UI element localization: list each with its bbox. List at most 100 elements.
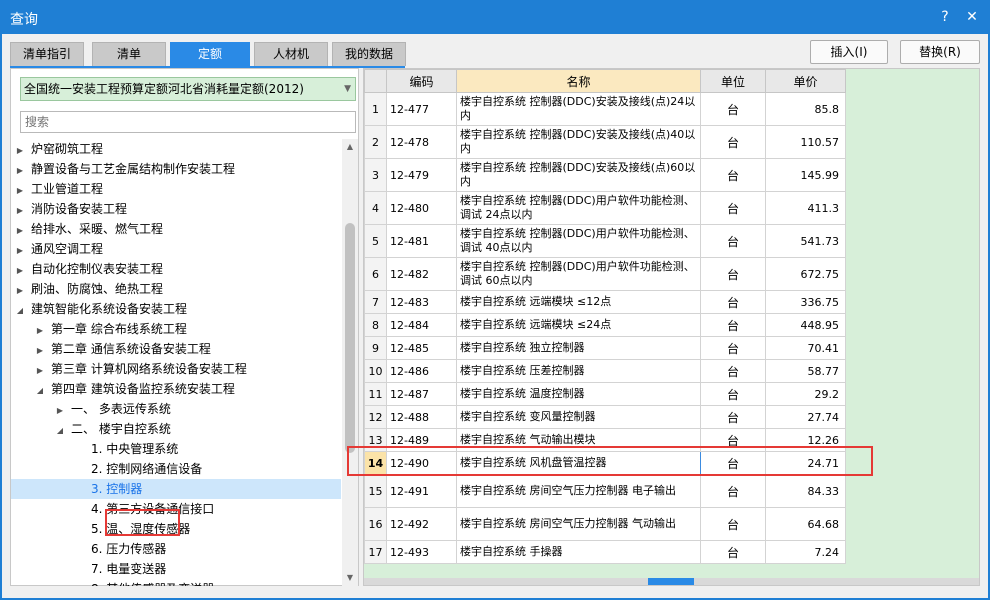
table-row[interactable]: 7 12-483 楼宇自控系统 远端模块 ≤12点台 336.75: [364, 290, 846, 314]
quota-name-cell[interactable]: 楼宇自控系统 独立控制器: [456, 336, 701, 360]
row-index-cell[interactable]: 4: [364, 191, 387, 225]
tree-item[interactable]: ◢ 二、 楼宇自控系统: [11, 419, 341, 439]
tree-item[interactable]: ▶ 炉窑砌筑工程: [11, 139, 341, 159]
quota-code-cell[interactable]: 12-490: [386, 451, 457, 475]
table-row[interactable]: 10 12-486 楼宇自控系统 压差控制器台 58.77: [364, 359, 846, 383]
tree-item[interactable]: ◢ 第四章 建筑设备监控系统安装工程: [11, 379, 341, 399]
quota-code-cell[interactable]: 12-491: [386, 474, 457, 508]
expand-arrow-icon[interactable]: ▶: [13, 221, 27, 241]
table-row[interactable]: 16 12-492 楼宇自控系统 房间空气压力控制器 气动输出台 64.68: [364, 507, 846, 541]
row-index-cell[interactable]: 17: [364, 540, 387, 564]
quota-unit-cell[interactable]: 台: [700, 428, 766, 452]
quota-name-cell[interactable]: 楼宇自控系统 控制器(DDC)用户软件功能检测、调试 60点以内: [456, 257, 701, 291]
row-index-cell[interactable]: 15: [364, 474, 387, 508]
expand-arrow-icon[interactable]: ▶: [33, 361, 47, 381]
expand-arrow-icon[interactable]: ▶: [13, 261, 27, 281]
quota-unit-cell[interactable]: 台: [700, 191, 766, 225]
quota-price-cell[interactable]: 85.8: [765, 92, 846, 126]
tree-item[interactable]: 4. 第三方设备通信接口: [11, 499, 341, 519]
row-index-cell[interactable]: 5: [364, 224, 387, 258]
scrollbar-grip[interactable]: [648, 578, 694, 585]
row-index-cell[interactable]: 8: [364, 313, 387, 337]
quota-price-cell[interactable]: 336.75: [765, 290, 846, 314]
quota-code-cell[interactable]: 12-483: [386, 290, 457, 314]
tree-item[interactable]: ▶ 第一章 综合布线系统工程: [11, 319, 341, 339]
tree-item[interactable]: 8. 其他传感器及变送器: [11, 579, 341, 586]
expand-arrow-icon[interactable]: ▶: [13, 141, 27, 161]
quota-price-cell[interactable]: 64.68: [765, 507, 846, 541]
quota-unit-cell[interactable]: 台: [700, 290, 766, 314]
quota-code-cell[interactable]: 12-481: [386, 224, 457, 258]
quota-price-cell[interactable]: 672.75: [765, 257, 846, 291]
quota-price-cell[interactable]: 58.77: [765, 359, 846, 383]
col-header-price[interactable]: 单价: [765, 69, 846, 93]
col-header-name[interactable]: 名称: [456, 69, 701, 93]
expand-arrow-icon[interactable]: ▶: [33, 321, 47, 341]
expand-arrow-icon[interactable]: ▶: [13, 201, 27, 221]
tab-3[interactable]: 人材机: [254, 42, 328, 66]
quota-unit-cell[interactable]: 台: [700, 92, 766, 126]
quota-code-cell[interactable]: 12-489: [386, 428, 457, 452]
tree-item[interactable]: 3. 控制器: [11, 479, 341, 499]
quota-code-cell[interactable]: 12-492: [386, 507, 457, 541]
quota-library-select[interactable]: 全国统一安装工程预算定额河北省消耗量定额(2012) ▼: [20, 77, 356, 101]
quota-unit-cell[interactable]: 台: [700, 336, 766, 360]
close-icon[interactable]: ✕: [962, 7, 982, 27]
quota-price-cell[interactable]: 84.33: [765, 474, 846, 508]
quota-code-cell[interactable]: 12-487: [386, 382, 457, 406]
tree-item[interactable]: ▶ 静置设备与工艺金属结构制作安装工程: [11, 159, 341, 179]
tree-item[interactable]: ▶ 一、 多表远传系统: [11, 399, 341, 419]
table-row[interactable]: 5 12-481 楼宇自控系统 控制器(DDC)用户软件功能检测、调试 40点以内台…: [364, 224, 846, 258]
quota-price-cell[interactable]: 145.99: [765, 158, 846, 192]
col-header-unit[interactable]: 单位: [700, 69, 766, 93]
quota-price-cell[interactable]: 70.41: [765, 336, 846, 360]
row-index-cell[interactable]: 12: [364, 405, 387, 429]
quota-unit-cell[interactable]: 台: [700, 405, 766, 429]
quota-name-cell[interactable]: 楼宇自控系统 变风量控制器: [456, 405, 701, 429]
quota-name-cell[interactable]: 楼宇自控系统 控制器(DDC)用户软件功能检测、调试 40点以内: [456, 224, 701, 258]
quota-name-cell[interactable]: 楼宇自控系统 手操器: [456, 540, 701, 564]
insert-button[interactable]: 插入(I): [810, 40, 888, 64]
quota-name-cell[interactable]: 楼宇自控系统 控制器(DDC)用户软件功能检测、调试 24点以内: [456, 191, 701, 225]
quota-unit-cell[interactable]: 台: [700, 125, 766, 159]
quota-name-cell[interactable]: 楼宇自控系统 房间空气压力控制器 气动输出: [456, 507, 701, 541]
quota-code-cell[interactable]: 12-480: [386, 191, 457, 225]
chevron-down-icon[interactable]: ▼: [344, 78, 351, 100]
quota-unit-cell[interactable]: 台: [700, 451, 766, 475]
row-index-cell[interactable]: 16: [364, 507, 387, 541]
quota-name-cell[interactable]: 楼宇自控系统 房间空气压力控制器 电子输出: [456, 474, 701, 508]
expand-arrow-icon[interactable]: ▶: [13, 181, 27, 201]
row-index-cell[interactable]: 14: [364, 451, 387, 475]
table-row[interactable]: 8 12-484 楼宇自控系统 远端模块 ≤24点台 448.95: [364, 313, 846, 337]
collapse-arrow-icon[interactable]: ◢: [13, 301, 27, 321]
tab-4[interactable]: 我的数据: [332, 42, 406, 66]
tree-item[interactable]: ▶ 工业管道工程: [11, 179, 341, 199]
grid-horizontal-scrollbar[interactable]: [364, 578, 979, 585]
tree-item[interactable]: ▶ 第二章 通信系统设备安装工程: [11, 339, 341, 359]
tree-item[interactable]: ▶ 消防设备安装工程: [11, 199, 341, 219]
row-index-cell[interactable]: 11: [364, 382, 387, 406]
help-icon[interactable]: ?: [935, 7, 955, 27]
table-row[interactable]: 1 12-477 楼宇自控系统 控制器(DDC)安装及接线(点)24以内台 85.8: [364, 92, 846, 126]
quota-name-cell[interactable]: 楼宇自控系统 温度控制器: [456, 382, 701, 406]
tree-item[interactable]: ▶ 通风空调工程: [11, 239, 341, 259]
scrollbar-thumb[interactable]: [345, 223, 355, 453]
quota-code-cell[interactable]: 12-478: [386, 125, 457, 159]
table-row[interactable]: 4 12-480 楼宇自控系统 控制器(DDC)用户软件功能检测、调试 24点以内台…: [364, 191, 846, 225]
row-index-cell[interactable]: 2: [364, 125, 387, 159]
quota-unit-cell[interactable]: 台: [700, 540, 766, 564]
table-row[interactable]: 14 12-490 楼宇自控系统 风机盘管温控器台 24.71: [364, 451, 846, 475]
quota-name-cell[interactable]: 楼宇自控系统 风机盘管温控器: [456, 451, 701, 475]
tree-item[interactable]: ▶ 刷油、防腐蚀、绝热工程: [11, 279, 341, 299]
quota-name-cell[interactable]: 楼宇自控系统 控制器(DDC)安装及接线(点)40以内: [456, 125, 701, 159]
quota-price-cell[interactable]: 24.71: [765, 451, 846, 475]
table-row[interactable]: 12 12-488 楼宇自控系统 变风量控制器台 27.74: [364, 405, 846, 429]
row-index-cell[interactable]: 10: [364, 359, 387, 383]
quota-name-cell[interactable]: 楼宇自控系统 远端模块 ≤24点: [456, 313, 701, 337]
quota-code-cell[interactable]: 12-488: [386, 405, 457, 429]
quota-price-cell[interactable]: 12.26: [765, 428, 846, 452]
tree-item[interactable]: ▶ 自动化控制仪表安装工程: [11, 259, 341, 279]
quota-code-cell[interactable]: 12-493: [386, 540, 457, 564]
expand-arrow-icon[interactable]: ▶: [13, 161, 27, 181]
expand-arrow-icon[interactable]: ▶: [33, 341, 47, 361]
